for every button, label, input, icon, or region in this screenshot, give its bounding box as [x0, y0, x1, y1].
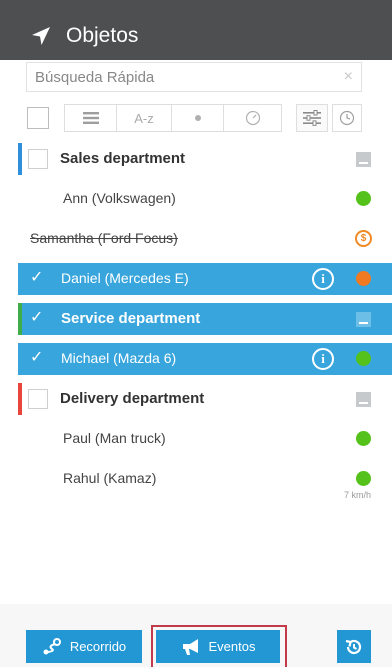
list-item[interactable]: Ann (Volkswagen): [18, 183, 392, 215]
checkmark-icon[interactable]: ✓: [30, 350, 43, 366]
checkmark-icon[interactable]: ✓: [30, 270, 43, 286]
list-item[interactable]: Paul (Man truck): [18, 423, 392, 455]
history-settings-button[interactable]: [332, 104, 362, 132]
group-name: Service department: [61, 310, 201, 327]
objects-panel: Objetos × A-z: [0, 0, 392, 667]
speedometer-icon: [245, 110, 260, 126]
events-button[interactable]: Eventos: [156, 630, 280, 663]
group-checkbox[interactable]: [28, 149, 48, 169]
group-color-stripe: [18, 303, 22, 335]
object-name: Samantha (Ford Focus): [30, 230, 178, 246]
checkmark-icon[interactable]: ✓: [30, 310, 43, 326]
sort-label: A-z: [134, 110, 154, 126]
info-icon[interactable]: i: [312, 348, 334, 370]
panel-title: Objetos: [66, 24, 139, 47]
object-name: Rahul (Kamaz): [63, 470, 157, 486]
collapse-icon[interactable]: [356, 312, 371, 327]
clock-icon: [339, 110, 355, 126]
sort-speed-button[interactable]: [224, 105, 281, 131]
object-name: Michael (Mazda 6): [61, 350, 177, 366]
fuel-warning-icon: $: [355, 230, 372, 247]
route-icon: [43, 637, 61, 654]
sort-status-button[interactable]: [172, 105, 224, 131]
quick-search: ×: [26, 62, 362, 92]
list-item[interactable]: Rahul (Kamaz) 7 km/h: [18, 463, 392, 503]
clear-icon[interactable]: ×: [344, 68, 353, 86]
list-item[interactable]: Samantha (Ford Focus) $: [18, 223, 392, 255]
view-options-group: A-z: [64, 104, 282, 132]
list-toolbar: A-z: [26, 104, 362, 132]
search-input[interactable]: [27, 63, 327, 91]
megaphone-icon: [182, 638, 198, 655]
group-row-service[interactable]: ✓ Service department: [18, 303, 392, 335]
object-name: Ann (Volkswagen): [63, 190, 176, 206]
sort-alphabetical-button[interactable]: A-z: [117, 105, 172, 131]
group-name: Sales department: [60, 150, 186, 167]
track-label: Recorrido: [69, 639, 127, 654]
speed-label: 7 km/h: [344, 490, 372, 500]
group-row-sales[interactable]: Sales department: [18, 143, 392, 175]
list-item[interactable]: ✓ Daniel (Mercedes E) i: [18, 263, 392, 295]
bottom-toolbar: Recorrido Eventos: [0, 604, 392, 667]
location-arrow-icon: [32, 27, 50, 45]
status-dot-icon: [194, 115, 201, 121]
collapse-icon[interactable]: [356, 392, 371, 407]
info-icon[interactable]: i: [312, 268, 334, 290]
select-all-checkbox[interactable]: [27, 107, 49, 129]
track-button[interactable]: Recorrido: [26, 630, 142, 663]
group-name: Delivery department: [60, 390, 205, 407]
group-row-delivery[interactable]: Delivery department: [18, 383, 392, 415]
collapse-icon[interactable]: [356, 152, 371, 167]
status-indicator: [356, 191, 371, 206]
status-indicator: [356, 471, 371, 486]
status-indicator: [356, 431, 371, 446]
object-name: Paul (Man truck): [63, 430, 166, 446]
list-view-button[interactable]: [65, 105, 117, 131]
group-color-stripe: [18, 383, 22, 415]
object-name: Daniel (Mercedes E): [61, 270, 189, 286]
group-color-stripe: [18, 143, 22, 175]
group-checkbox[interactable]: [28, 389, 48, 409]
list-icon: [82, 112, 99, 124]
sliders-icon: [303, 110, 321, 126]
status-indicator: [356, 351, 371, 366]
status-indicator: [356, 271, 371, 286]
panel-header: Objetos: [0, 0, 392, 60]
history-icon: [345, 639, 362, 654]
filter-settings-button[interactable]: [296, 104, 328, 132]
list-item[interactable]: ✓ Michael (Mazda 6) i: [18, 343, 392, 375]
events-label: Eventos: [208, 639, 256, 654]
history-button[interactable]: [337, 630, 371, 663]
